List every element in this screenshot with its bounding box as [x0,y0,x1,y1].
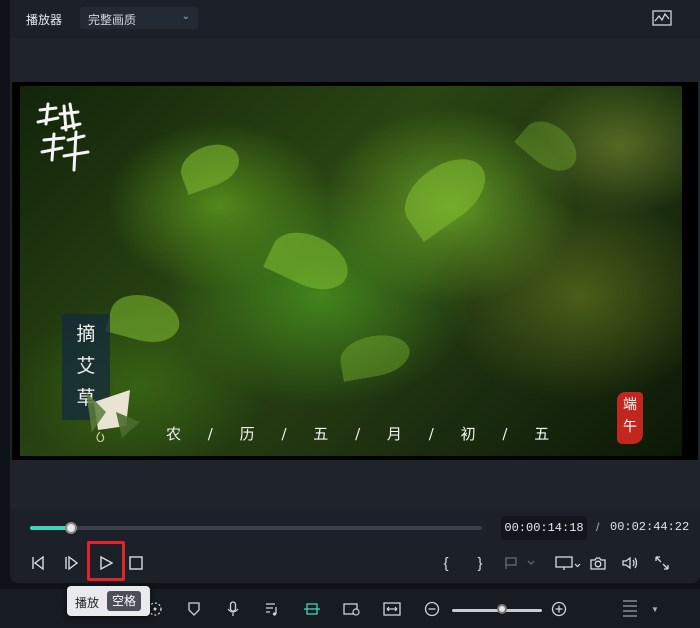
play-button-highlight [87,541,125,581]
date-char: 月 [386,425,404,443]
camera-icon [590,557,606,570]
volume-button[interactable] [620,553,640,573]
display-settings-button[interactable] [554,553,582,573]
step-forward-icon [65,555,79,571]
plus-circle-icon [551,601,567,617]
stop-icon [129,556,143,570]
tooltip-label: 播放 [75,596,100,610]
render-preview-icon [343,603,360,616]
grid-handle-icon [623,600,637,617]
playhead-handle[interactable] [64,522,77,534]
previous-frame-button[interactable] [28,553,48,573]
title-char: 艾 [76,355,96,377]
seal-char: 午 [623,419,637,435]
foliage-shape [514,111,586,181]
mask-button[interactable] [184,599,204,619]
zoom-in-button[interactable] [549,599,569,619]
chevron-down-icon: ⌄ [181,11,190,22]
track-height-button[interactable] [620,599,640,619]
total-time: 00:02:44:22 [610,520,690,534]
track-height-dropdown[interactable]: ▼ [645,599,665,619]
split-scan-icon [304,603,320,615]
mark-in-button[interactable]: { [436,553,456,573]
fit-width-icon [383,602,401,616]
step-back-icon [32,555,44,571]
audio-list-button[interactable] [262,599,282,619]
date-char: / [428,425,436,443]
zongzi-icon [86,390,140,442]
fullscreen-button[interactable] [652,553,672,573]
date-char: / [355,425,363,443]
scope-button[interactable] [652,10,672,26]
title-char: 摘 [76,323,96,345]
waveform-monitor-icon [652,10,672,26]
zoom-out-button[interactable] [422,599,442,619]
preview-area: 摘 艾 草 农 / 历 / 五 / 月 / 初 / 五 端 午 [10,38,700,508]
date-char: 农 [166,425,184,443]
playback-controls: 00:00:14:18 / 00:02:44:22 {} [10,508,700,583]
speaker-icon [622,556,638,570]
date-char: 历 [239,425,257,443]
foliage-shape [263,221,357,301]
marker-flag-icon [505,557,535,569]
expand-icon [655,556,669,570]
date-char: / [281,425,289,443]
date-char: / [502,425,510,443]
quality-select-value: 完整画质 [88,13,137,27]
progress-bar[interactable] [30,522,482,534]
snapshot-button[interactable] [588,553,608,573]
ai-cut-button[interactable] [302,599,322,619]
seal-text: 端 午 [617,394,643,438]
fit-timeline-button[interactable] [382,599,402,619]
calligraphy-logo [36,102,90,172]
mark-out-icon: } [477,554,483,572]
music-list-icon [266,603,277,616]
video-canvas[interactable]: 摘 艾 草 农 / 历 / 五 / 月 / 初 / 五 端 午 [20,86,682,456]
current-time[interactable]: 00:00:14:18 [501,516,587,540]
foliage-shape [337,330,413,382]
minus-circle-icon [424,601,440,617]
lunar-date-text: 农 / 历 / 五 / 月 / 初 / 五 [166,423,551,444]
seal-char: 端 [623,397,637,413]
time-separator: / [596,520,600,534]
player-label: 播放器 [26,13,63,27]
shield-icon [188,602,200,616]
record-voiceover-button[interactable] [223,599,243,619]
date-char: 五 [534,425,552,443]
date-char: 初 [460,425,478,443]
red-seal: 端 午 [617,392,643,444]
zoom-slider-handle[interactable] [496,604,507,614]
monitor-icon [555,556,581,570]
quality-select[interactable]: 完整画质 ⌄ [80,7,198,29]
next-frame-button[interactable] [62,553,82,573]
play-tooltip: 播放 空格 [67,586,150,616]
preview-render-button[interactable] [342,599,362,619]
player-header: 播放器 完整画质 ⌄ [10,0,700,38]
caret-down-icon: ▼ [651,604,659,614]
stop-button[interactable] [126,553,146,573]
microphone-icon [227,601,239,616]
marker-dropdown-button[interactable] [502,553,540,573]
foliage-shape [174,136,246,196]
tooltip-shortcut: 空格 [107,591,142,611]
player-panel: 播放器 完整画质 ⌄ 摘 艾 草 农 / 历 / 五 / 月 / 初 / 五 端… [10,0,700,583]
mark-out-button[interactable]: } [470,553,490,573]
video-frame: 摘 艾 草 农 / 历 / 五 / 月 / 初 / 五 端 午 [12,82,698,460]
date-char: / [207,425,215,443]
date-char: 五 [313,425,331,443]
foliage-shape [392,145,498,242]
foliage-shape [105,287,185,350]
mark-in-icon: { [443,554,449,572]
